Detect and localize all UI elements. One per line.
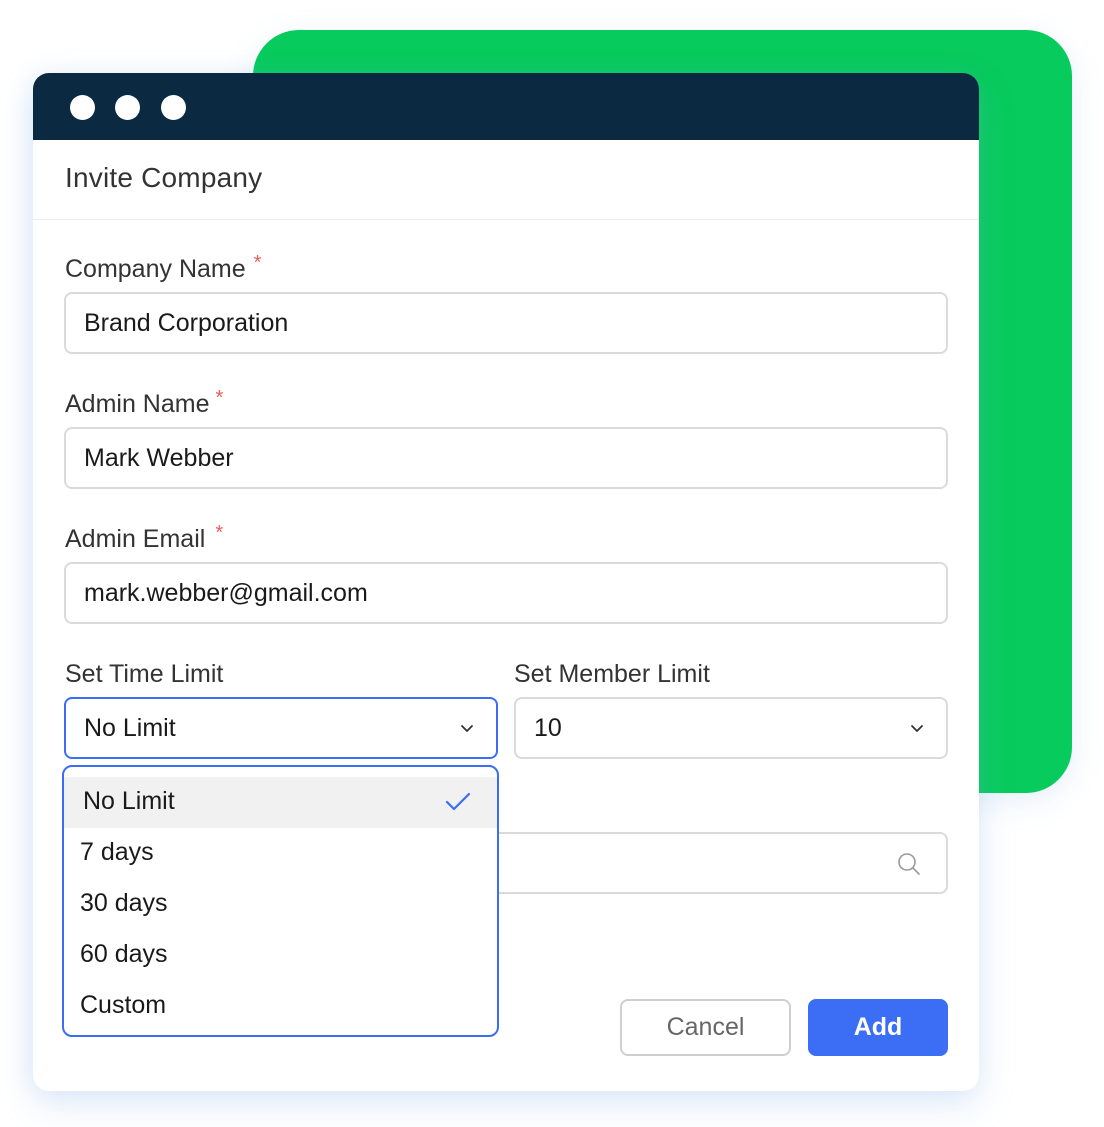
chevron-down-icon [911, 725, 923, 732]
dropdown-option-30-days[interactable]: 30 days [64, 879, 497, 930]
required-mark: * [215, 387, 224, 409]
time-limit-label: Set Time Limit [65, 660, 224, 688]
window-control-dot-icon[interactable] [161, 95, 186, 120]
cancel-button[interactable]: Cancel [620, 999, 791, 1056]
dropdown-option-custom[interactable]: Custom [64, 981, 497, 1032]
member-limit-select[interactable]: 10 [514, 697, 948, 759]
admin-name-label: Admin Name * [65, 387, 224, 419]
required-mark: * [253, 252, 262, 274]
admin-name-label-text: Admin Name [65, 390, 210, 418]
search-input[interactable] [499, 832, 948, 894]
option-label: Custom [80, 991, 167, 1019]
time-limit-select[interactable]: No Limit [64, 697, 498, 759]
company-name-label-text: Company Name [65, 255, 246, 283]
dropdown-option-no-limit[interactable]: No Limit [64, 777, 497, 828]
company-name-label: Company Name * [65, 252, 262, 284]
window-titlebar [33, 73, 979, 140]
time-limit-dropdown-menu: No Limit 7 days 30 days 60 days Custom [62, 765, 499, 1037]
admin-email-input[interactable]: mark.webber@gmail.com [64, 562, 948, 624]
dropdown-option-60-days[interactable]: 60 days [64, 930, 497, 981]
chevron-down-icon [461, 725, 473, 732]
dialog-header: Invite Company [33, 140, 979, 220]
required-mark: * [215, 522, 224, 544]
admin-name-input[interactable]: Mark Webber [64, 427, 948, 489]
invite-company-window: Invite Company Company Name * Brand Corpo… [33, 73, 979, 1091]
admin-name-value: Mark Webber [84, 444, 234, 472]
search-icon [898, 853, 920, 875]
time-limit-value: No Limit [84, 714, 176, 742]
admin-email-label: Admin Email * [65, 522, 224, 554]
company-name-value: Brand Corporation [84, 309, 289, 337]
window-control-dot-icon[interactable] [70, 95, 95, 120]
company-name-input[interactable]: Brand Corporation [64, 292, 948, 354]
member-limit-value: 10 [534, 714, 562, 742]
option-label: No Limit [83, 787, 175, 815]
option-label: 60 days [80, 940, 168, 968]
check-icon [445, 792, 471, 811]
option-label: 30 days [80, 889, 168, 917]
window-control-dot-icon[interactable] [115, 95, 140, 120]
admin-email-value: mark.webber@gmail.com [84, 579, 368, 607]
dialog-title: Invite Company [65, 162, 263, 193]
member-limit-label: Set Member Limit [514, 660, 710, 688]
admin-email-label-text: Admin Email [65, 525, 206, 553]
dropdown-option-7-days[interactable]: 7 days [64, 828, 497, 879]
add-button[interactable]: Add [808, 999, 948, 1056]
option-label: 7 days [80, 838, 154, 866]
